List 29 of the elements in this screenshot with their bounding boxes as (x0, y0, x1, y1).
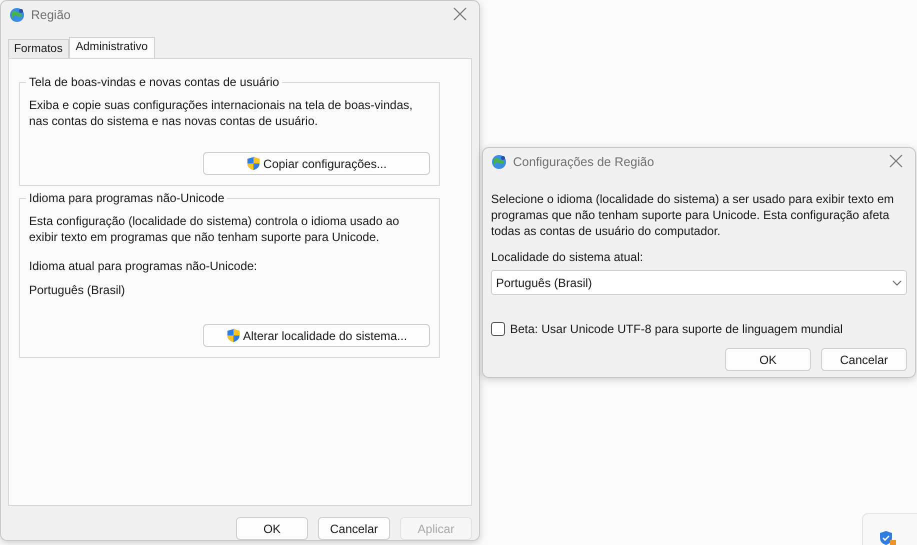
close-icon (453, 7, 467, 21)
tab[interactable]: Formatos (8, 39, 69, 58)
locale-dropdown[interactable]: Português (Brasil) (491, 270, 907, 295)
button[interactable]: OK (236, 517, 308, 540)
caret-icon (892, 280, 902, 286)
button[interactable]: OK (725, 348, 811, 371)
globe-icon (491, 154, 507, 170)
checkbox[interactable] (491, 322, 505, 336)
field-value: Português (Brasil) (29, 283, 126, 297)
shield-icon (246, 156, 262, 171)
button[interactable]: Alterar localidade do sistema... (203, 324, 430, 347)
field-label: Idioma atual para programas não-Unicode: (29, 259, 258, 273)
button[interactable]: Cancelar (318, 517, 390, 540)
window-title: Região (31, 8, 72, 22)
globe-icon (9, 7, 25, 23)
button[interactable]: Copiar configurações... (203, 152, 430, 175)
checkbox-label: Beta: Usar Unicode UTF-8 para suporte de linguagem mundial (510, 322, 843, 336)
description-text: Selecione o idioma (localidade do sistema) a ser usado para exibir texto em programas que não tenham suporte para Unicode. Esta configuração afeta todas as contas de usuário do computador. (491, 191, 895, 239)
close-icon (889, 154, 903, 168)
shield-icon (226, 328, 241, 343)
description-text: Esta configuração (localidade do sistema) controla o idioma usado ao exibir texto em programas que não tenham suporte para Unicode. (29, 213, 400, 245)
dropdown-value: Português (Brasil) (496, 276, 592, 290)
field-label: Localidade do sistema atual: (491, 250, 644, 264)
description-text: Exiba e copie suas configurações internacionais na tela de boas-vindas, nas contas do sistema e nas novas contas de usuário. (29, 97, 414, 129)
group-title: Idioma para programas não-Unicode (26, 191, 228, 205)
button[interactable]: Cancelar (821, 348, 907, 371)
tab[interactable]: Administrativo (68, 37, 155, 58)
group-title: Tela de boas-vindas e novas contas de usuário (26, 75, 282, 89)
window-title: Configurações de Região (513, 155, 656, 169)
